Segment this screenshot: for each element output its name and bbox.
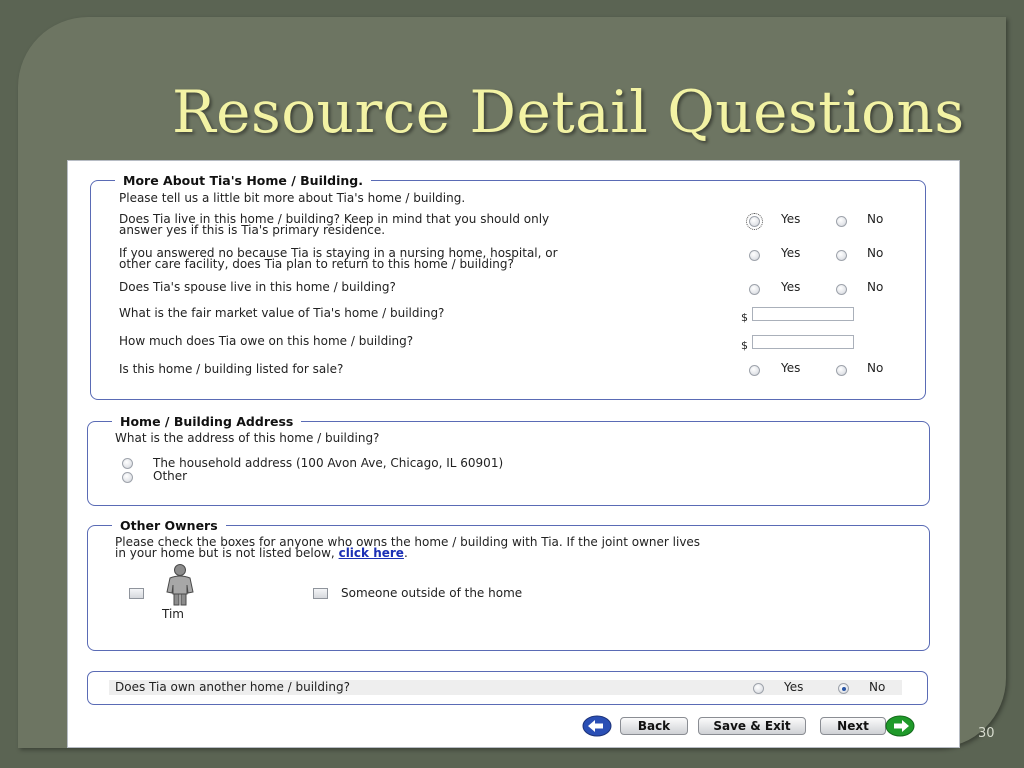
plan-to-return-yes-radio[interactable] — [749, 250, 760, 261]
q-spouse-lives: Does Tia's spouse live in this home / bu… — [119, 280, 396, 294]
spouse-lives-yes-radio[interactable] — [749, 284, 760, 295]
household-address-radio[interactable] — [122, 458, 133, 469]
listed-for-sale-no-radio[interactable] — [836, 365, 847, 376]
another-home-no-radio[interactable] — [838, 683, 849, 694]
home-details-legend: More About Tia's Home / Building. — [123, 173, 363, 188]
person-icon — [162, 564, 198, 610]
spouse-lives-no-radio[interactable] — [836, 284, 847, 295]
q-plan-to-return-line2: other care facility, does Tia plan to re… — [119, 257, 514, 271]
address-legend: Home / Building Address — [120, 414, 294, 429]
q-listed-for-sale: Is this home / building listed for sale? — [119, 362, 344, 376]
plan-to-return-no-radio[interactable] — [836, 250, 847, 261]
back-arrow-icon[interactable] — [582, 715, 612, 737]
another-home-yes-radio[interactable] — [753, 683, 764, 694]
other-owners-legend: Other Owners — [120, 518, 218, 533]
another-home-no-label: No — [869, 680, 886, 694]
outside-owner-checkbox[interactable] — [313, 588, 328, 599]
spouse-lives-no-label: No — [867, 280, 884, 294]
next-arrow-icon[interactable] — [885, 715, 915, 737]
market-value-currency: $ — [741, 311, 748, 324]
owners-instruction-suffix: . — [403, 546, 408, 560]
market-value-input[interactable] — [752, 307, 854, 321]
live-in-home-yes-radio[interactable] — [746, 213, 763, 230]
person-name-label: Tim — [162, 607, 184, 621]
other-address-label: Other — [153, 469, 188, 483]
q-another-home: Does Tia own another home / building? — [115, 680, 350, 694]
form-screen: More About Tia's Home / Building. Please… — [67, 160, 960, 748]
slide-title: Resource Detail Questions — [172, 78, 965, 146]
amount-owed-input[interactable] — [752, 335, 854, 349]
back-button[interactable]: Back — [620, 717, 688, 735]
spouse-lives-yes-label: Yes — [781, 280, 801, 294]
live-in-home-no-radio[interactable] — [836, 216, 847, 227]
click-here-link[interactable]: click here — [339, 546, 404, 560]
another-home-yes-label: Yes — [784, 680, 804, 694]
listed-for-sale-no-label: No — [867, 361, 884, 375]
next-button[interactable]: Next — [820, 717, 886, 735]
page-number: 30 — [978, 726, 995, 741]
listed-for-sale-yes-label: Yes — [781, 361, 801, 375]
address-question: What is the address of this home / build… — [115, 431, 380, 445]
q-live-in-home-line2: answer yes if this is Tia's primary resi… — [119, 223, 386, 237]
tim-owner-checkbox[interactable] — [129, 588, 144, 599]
amount-owed-currency: $ — [741, 339, 748, 352]
household-address-label: The household address (100 Avon Ave, Chi… — [153, 456, 504, 470]
q-market-value: What is the fair market value of Tia's h… — [119, 306, 445, 320]
owners-instruction-line2: in your home but is not listed below, cl… — [115, 547, 408, 559]
outside-owner-label: Someone outside of the home — [341, 586, 523, 600]
other-address-radio[interactable] — [122, 472, 133, 483]
plan-to-return-no-label: No — [867, 246, 884, 260]
save-exit-button[interactable]: Save & Exit — [698, 717, 806, 735]
q-amount-owed: How much does Tia owe on this home / bui… — [119, 334, 414, 348]
home-intro-text: Please tell us a little bit more about T… — [119, 191, 466, 205]
plan-to-return-yes-label: Yes — [781, 246, 801, 260]
live-in-home-yes-label: Yes — [781, 212, 801, 226]
listed-for-sale-yes-radio[interactable] — [749, 365, 760, 376]
live-in-home-no-label: No — [867, 212, 884, 226]
owners-instruction-prefix: in your home but is not listed below, — [115, 546, 335, 560]
